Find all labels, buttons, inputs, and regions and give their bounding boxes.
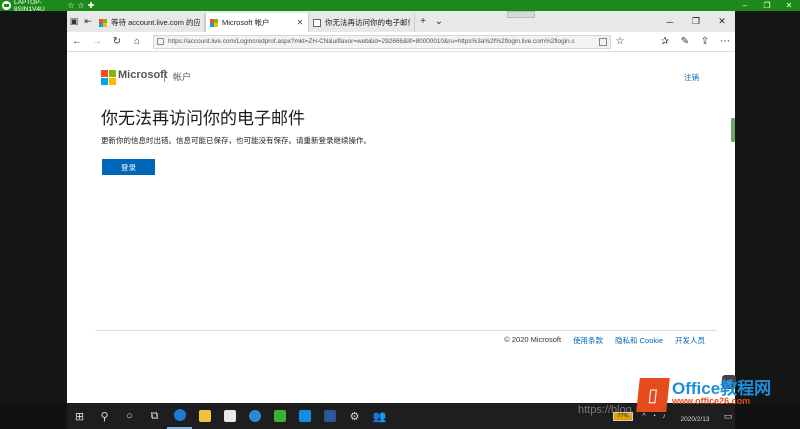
word-icon[interactable] [317, 403, 342, 429]
tab-label: 等待 account.live.com 的应 [111, 18, 200, 27]
clock[interactable]: 2020/2/13 [669, 416, 721, 424]
page-content: Microsoft 帐户 注销 你无法再访问你的电子邮件 更新你的信息时出错。信… [67, 52, 735, 403]
tab-microsoft-account[interactable]: Microsoft 帐户 ✕ [205, 13, 309, 32]
address-bar[interactable]: https://account.live.com/Logincredprof.a… [153, 34, 611, 49]
page-title: 你无法再访问你的电子邮件 [101, 109, 305, 128]
tab-label: 你无法再访问你的电子邮件 [325, 18, 410, 27]
tray-overflow-icon[interactable]: ^ [639, 413, 649, 420]
network-icon[interactable]: ◔ [649, 413, 659, 420]
app-icon[interactable] [242, 403, 267, 429]
footer: © 2020 Microsoft 使用条款 隐私和 Cookie 开发人员 [492, 335, 705, 346]
tab-label: Microsoft 帐户 [222, 18, 270, 27]
reading-view-icon[interactable] [599, 37, 607, 46]
teamviewer-icon[interactable] [292, 403, 317, 429]
favorite-star-icon[interactable]: ☆ [611, 36, 629, 47]
notification-icon[interactable]: ▭ [721, 411, 735, 422]
store-icon[interactable] [217, 403, 242, 429]
watermark-site-name: Office教程网 [672, 379, 772, 398]
home-icon[interactable]: ⌂ [127, 36, 147, 47]
refresh-icon[interactable]: ↻ [107, 36, 127, 47]
page-favicon-icon [313, 18, 321, 27]
task-view-icon[interactable]: ⧉ [142, 403, 167, 429]
microsoft-favicon-icon [99, 18, 107, 27]
sign-in-button[interactable]: 登录 [102, 159, 155, 175]
add-icon[interactable]: ✚ [86, 1, 96, 10]
volume-icon[interactable]: ♪ [659, 413, 669, 420]
share-icon[interactable]: ⇪ [695, 36, 715, 47]
error-description: 更新你的信息时出错。信息可能已保存，也可能没有保存。请重新登录继续操作。 [101, 136, 371, 145]
cortana-icon[interactable]: ○ [117, 403, 142, 429]
web-notes-icon[interactable]: ✎ [675, 36, 695, 47]
edge-icon[interactable] [167, 403, 192, 429]
tab-waiting[interactable]: 等待 account.live.com 的应 [95, 13, 205, 32]
clock-date: 2020/2/13 [680, 416, 710, 423]
privacy-link[interactable]: 隐私和 Cookie [615, 335, 663, 346]
remote-minimize-button[interactable]: – [734, 1, 756, 10]
tab-strip: ▣ ⇤ 等待 account.live.com 的应 Microsoft 帐户 … [67, 11, 735, 32]
remote-pc-icon [2, 1, 11, 10]
brand-name: Microsoft [118, 69, 168, 81]
file-explorer-icon[interactable] [192, 403, 217, 429]
wechat-icon[interactable] [267, 403, 292, 429]
footer-divider [95, 330, 717, 331]
scrollbar-thumb[interactable] [731, 118, 735, 142]
new-tab-icon[interactable]: + [415, 16, 431, 27]
lock-icon [157, 38, 164, 45]
search-icon[interactable]: ⚲ [92, 403, 117, 429]
header-divider [164, 69, 165, 82]
copyright-text: © 2020 Microsoft [504, 335, 562, 344]
edge-browser-window: ▣ ⇤ 等待 account.live.com 的应 Microsoft 帐户 … [67, 11, 735, 403]
address-url[interactable]: https://account.live.com/Logincredprof.a… [168, 38, 596, 45]
people-icon[interactable]: 👥 [367, 403, 392, 429]
watermark-logo: ▯ Office教程网 www.office26.com [636, 378, 772, 412]
forward-icon[interactable]: → [87, 36, 107, 47]
tab-actions-icon[interactable]: ▣ [67, 11, 81, 32]
minimize-button[interactable]: ─ [657, 17, 683, 27]
remote-restore-button[interactable]: ❐ [756, 1, 778, 10]
watermark-url: https://blog [578, 404, 632, 416]
remote-session-bar: LAPTOP-8SIN1V4U ☆ ☆ ✚ – ❐ ✕ [0, 0, 800, 13]
back-icon[interactable]: ← [67, 36, 87, 47]
windows-taskbar: ⊞ ⚲ ○ ⧉ ⚙ 👥 77% ^ ◔ ♪ 2020/2/13 ▭ [67, 403, 735, 429]
close-tab-icon[interactable]: ✕ [296, 18, 304, 27]
restore-button[interactable]: ❐ [683, 16, 709, 27]
tab-cannot-access-email[interactable]: 你无法再访问你的电子邮件 [309, 13, 415, 32]
office-logo-icon: ▯ [636, 378, 670, 412]
remote-close-button[interactable]: ✕ [778, 1, 800, 10]
section-title: 帐户 [173, 72, 192, 82]
star-icon[interactable]: ☆ [76, 1, 86, 10]
set-aside-tabs-icon[interactable]: ⇤ [81, 11, 95, 32]
microsoft-logo-icon [101, 70, 116, 85]
close-button[interactable]: ✕ [709, 16, 735, 27]
favorites-hub-icon[interactable]: ✰ [655, 36, 675, 47]
settings-icon[interactable]: ⚙ [342, 403, 367, 429]
sign-out-link[interactable]: 注销 [684, 72, 699, 83]
developers-link[interactable]: 开发人员 [675, 335, 705, 346]
start-icon[interactable]: ⊞ [67, 403, 92, 429]
navigation-bar: ← → ↻ ⌂ https://account.live.com/Logincr… [67, 32, 735, 52]
remote-left-border [0, 11, 67, 403]
microsoft-favicon-icon [210, 18, 218, 27]
pin-icon[interactable]: ☆ [66, 1, 76, 10]
terms-link[interactable]: 使用条款 [573, 335, 603, 346]
window-drag-handle[interactable] [507, 11, 535, 18]
remote-right-border [735, 11, 800, 403]
more-menu-icon[interactable]: ⋯ [715, 36, 735, 47]
tab-preview-chevron-icon[interactable]: ⌄ [431, 16, 447, 27]
